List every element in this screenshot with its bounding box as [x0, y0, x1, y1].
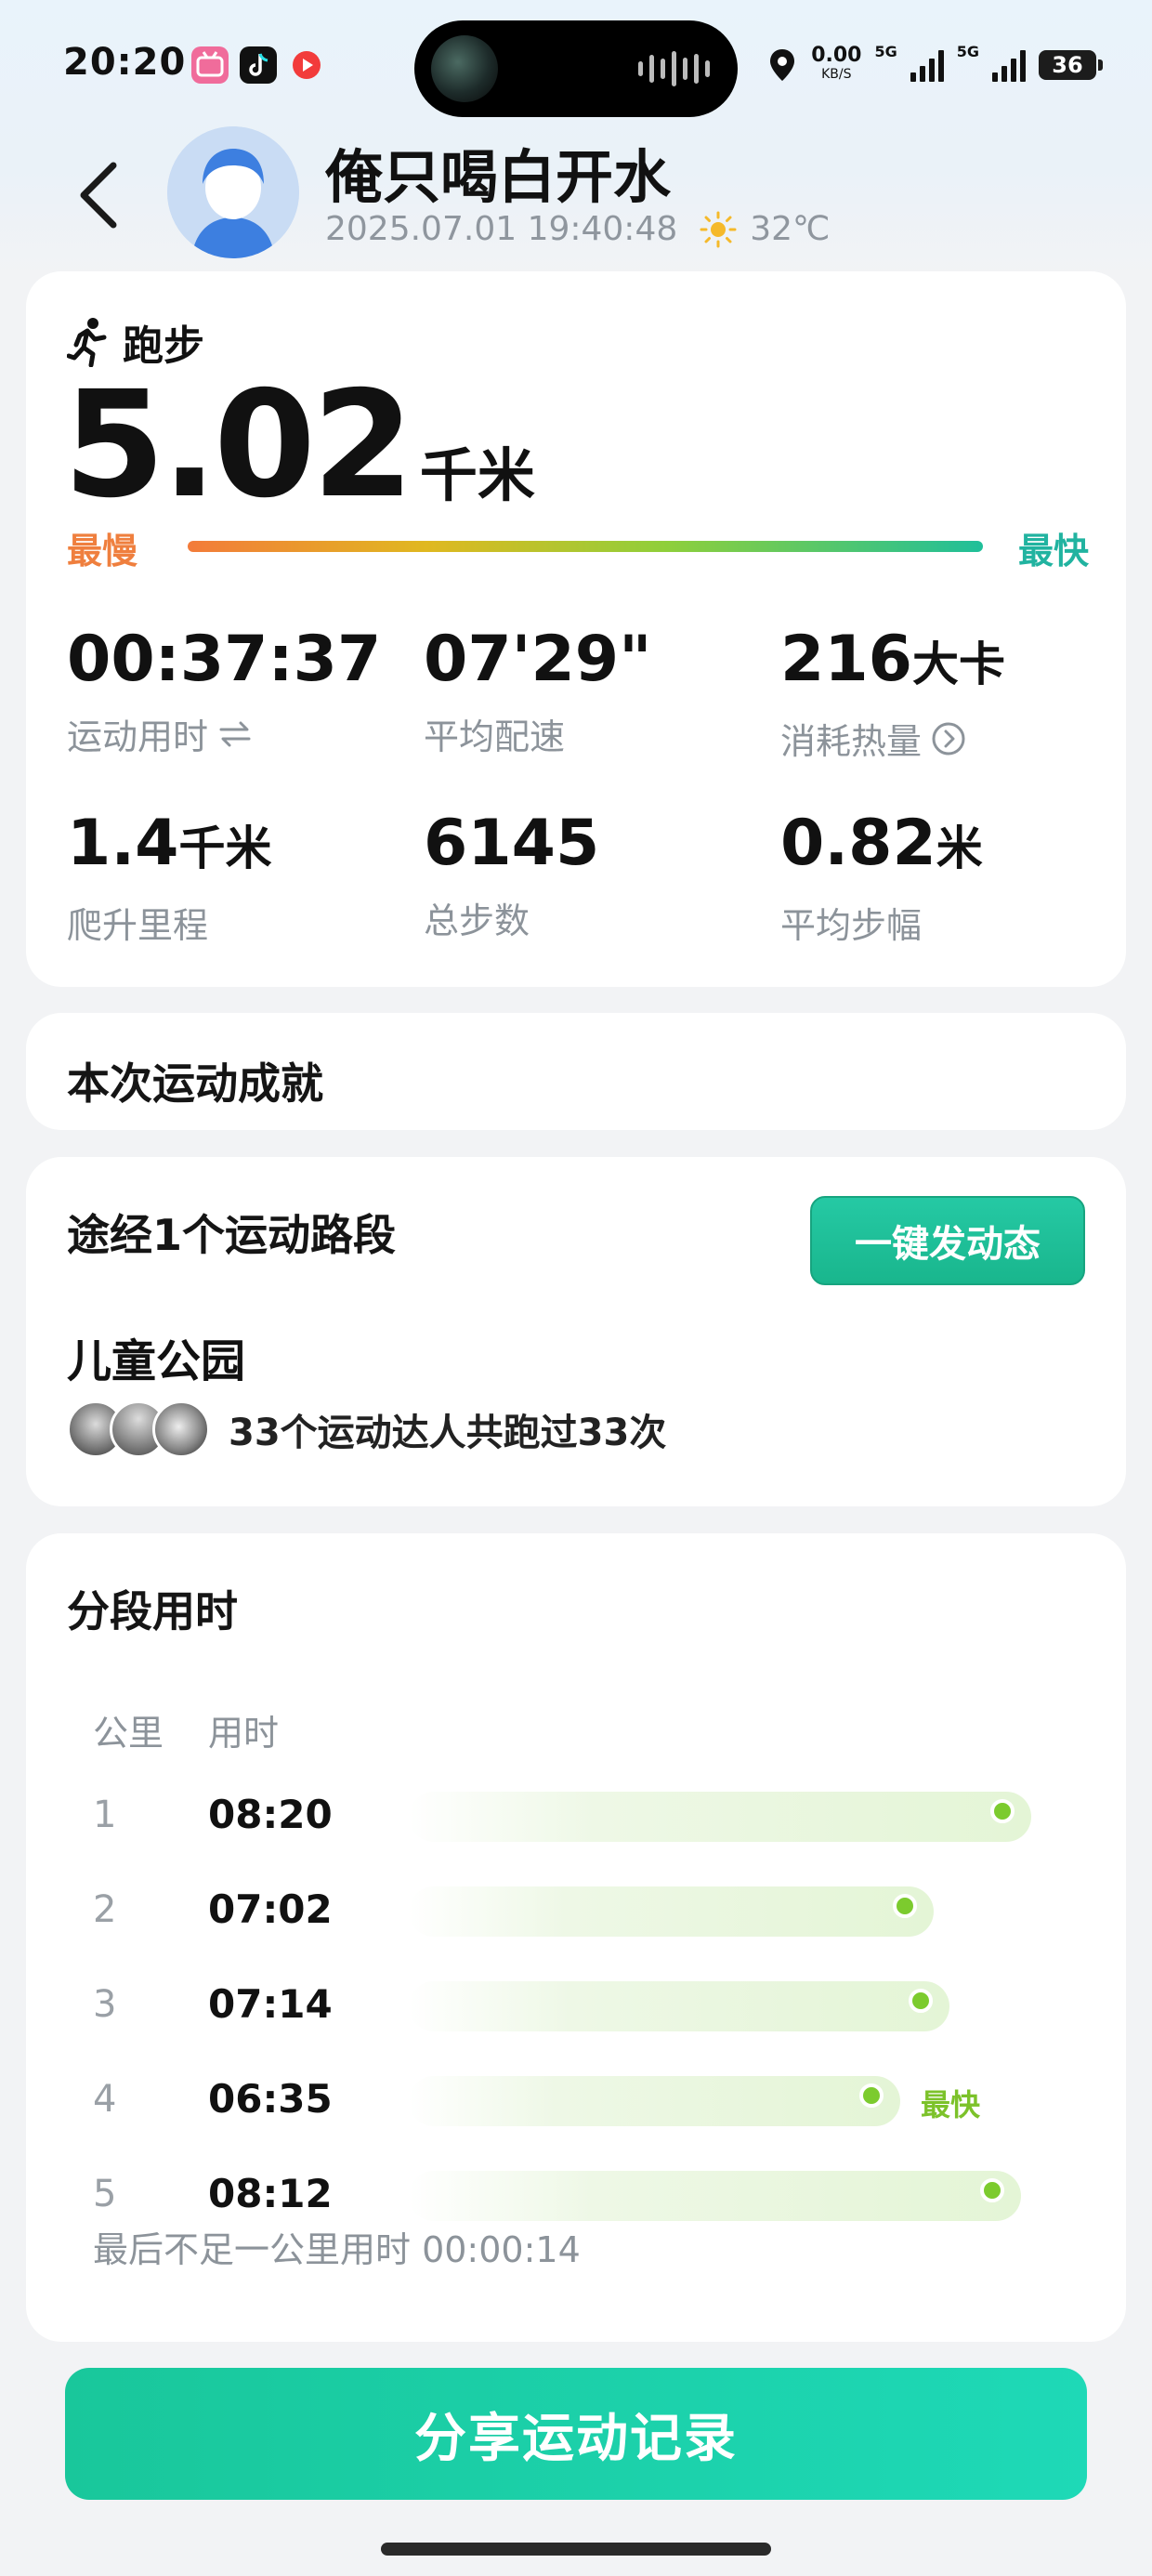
- runner-avatar: [152, 1400, 210, 1458]
- dynamic-island[interactable]: [414, 20, 738, 117]
- sim1-label: 5G: [874, 43, 897, 60]
- pace-gradient-bar: [188, 541, 983, 552]
- split-row: 2 07:02: [26, 1881, 1126, 1940]
- fastest-label: 最快: [1017, 531, 1089, 572]
- username: 俺只喝白开水: [325, 143, 672, 211]
- route-title: 途经1个运动路段: [67, 1210, 397, 1260]
- split-km: 3: [93, 1983, 117, 2026]
- split-bar: [409, 1792, 1031, 1842]
- activity-meta: 2025.07.01 19:40:48 32℃: [325, 210, 831, 248]
- pace-gradient-scale: 最慢 最快: [67, 522, 1089, 572]
- split-km: 2: [93, 1888, 117, 1931]
- distance: 5.02 千米: [63, 360, 535, 531]
- distance-value: 5.02: [63, 360, 414, 531]
- stat-steps: 6145 总步数: [424, 807, 600, 942]
- splits-title: 分段用时: [67, 1586, 238, 1636]
- split-bar-end-dot: [909, 1989, 933, 2013]
- split-row: 1 08:20: [26, 1786, 1126, 1846]
- avatar[interactable]: [167, 126, 299, 258]
- chevron-circle-icon: [932, 722, 965, 755]
- split-bar-end-dot: [859, 2083, 884, 2108]
- fastest-split-tag: 最快: [921, 2087, 981, 2123]
- split-bar-end-dot: [893, 1894, 917, 1918]
- sun-icon: [700, 211, 737, 247]
- split-km: 5: [93, 2173, 117, 2215]
- video-app-icon: [288, 46, 325, 84]
- distance-unit: 千米: [419, 441, 535, 509]
- status-indicators: 0.00 KB/S 5G 5G 36: [766, 43, 1103, 87]
- stat-climb: 1.4千米 爬升里程: [67, 807, 272, 947]
- split-time: 06:35: [208, 2076, 333, 2122]
- activity-summary-card: 跑步 5.02 千米 最慢 最快 00:37:37 运动用时 07'29" 平均…: [26, 271, 1126, 987]
- split-row: 4 06:35 最快: [26, 2070, 1126, 2130]
- tiktok-icon: [240, 46, 277, 84]
- splits-col-km: 公里: [93, 1713, 164, 1754]
- sim2-label: 5G: [956, 43, 979, 60]
- signal-icon: [992, 48, 1026, 82]
- split-time: 08:12: [208, 2171, 333, 2216]
- stat-stride: 0.82米 平均步幅: [780, 807, 983, 947]
- status-bar: 20:20 0.00 KB/S 5G 5G 36: [0, 0, 1152, 139]
- activity-datetime: 2025.07.01 19:40:48: [325, 210, 678, 248]
- stat-calories[interactable]: 216大卡 消耗热量: [780, 624, 1133, 764]
- swap-icon: [219, 721, 251, 746]
- split-time: 07:14: [208, 1981, 333, 2027]
- split-bar: [409, 1886, 934, 1937]
- status-time: 20:20: [63, 41, 187, 84]
- share-record-button[interactable]: 分享运动记录: [65, 2368, 1087, 2500]
- split-km: 4: [93, 2078, 117, 2121]
- splits-card: 分段用时 公里 用时 1 08:20 2 07:02 3 07:14 4 06:35 最快 5 08…: [26, 1533, 1126, 2342]
- splits-col-time: 用时: [208, 1713, 280, 1754]
- split-time: 07:02: [208, 1886, 333, 1932]
- route-segment-card: 途经1个运动路段 一键发动态 儿童公园 33个运动达人共跑过33次: [26, 1157, 1126, 1506]
- split-row: 5 08:12: [26, 2165, 1126, 2225]
- stat-avg-pace: 07'29" 平均配速: [424, 623, 652, 758]
- album-art-icon: [431, 35, 498, 102]
- runners-row[interactable]: 33个运动达人共跑过33次: [67, 1400, 666, 1458]
- segment-name[interactable]: 儿童公园: [67, 1324, 245, 1389]
- split-bar: [409, 1981, 949, 2031]
- achievements-title: 本次运动成就: [67, 1058, 323, 1109]
- runners-count-text: 33个运动达人共跑过33次: [229, 1412, 667, 1454]
- stat-duration[interactable]: 00:37:37 运动用时: [67, 624, 420, 759]
- split-bar-end-dot: [990, 1799, 1015, 1823]
- location-icon: [770, 49, 795, 81]
- battery-icon: 36: [1039, 50, 1103, 80]
- split-row: 3 07:14: [26, 1976, 1126, 2035]
- split-time: 08:20: [208, 1792, 333, 1837]
- temperature: 32℃: [750, 210, 831, 248]
- achievements-card[interactable]: 本次运动成就: [26, 1013, 1126, 1130]
- bilibili-icon: [191, 46, 229, 84]
- post-moment-button[interactable]: 一键发动态: [810, 1196, 1085, 1285]
- network-speed: 0.00 KB/S: [811, 44, 862, 83]
- audio-wave-icon: [638, 50, 710, 87]
- split-bar: [409, 2076, 900, 2126]
- back-button[interactable]: [74, 158, 121, 232]
- chevron-left-icon: [80, 162, 117, 229]
- slowest-label: 最慢: [67, 531, 138, 572]
- split-bar: [409, 2171, 1021, 2221]
- home-indicator[interactable]: [381, 2543, 771, 2556]
- last-split-note: 最后不足一公里用时 00:00:14: [93, 2229, 581, 2270]
- split-km: 1: [93, 1794, 117, 1836]
- signal-icon: [910, 48, 944, 82]
- split-bar-end-dot: [980, 2178, 1004, 2202]
